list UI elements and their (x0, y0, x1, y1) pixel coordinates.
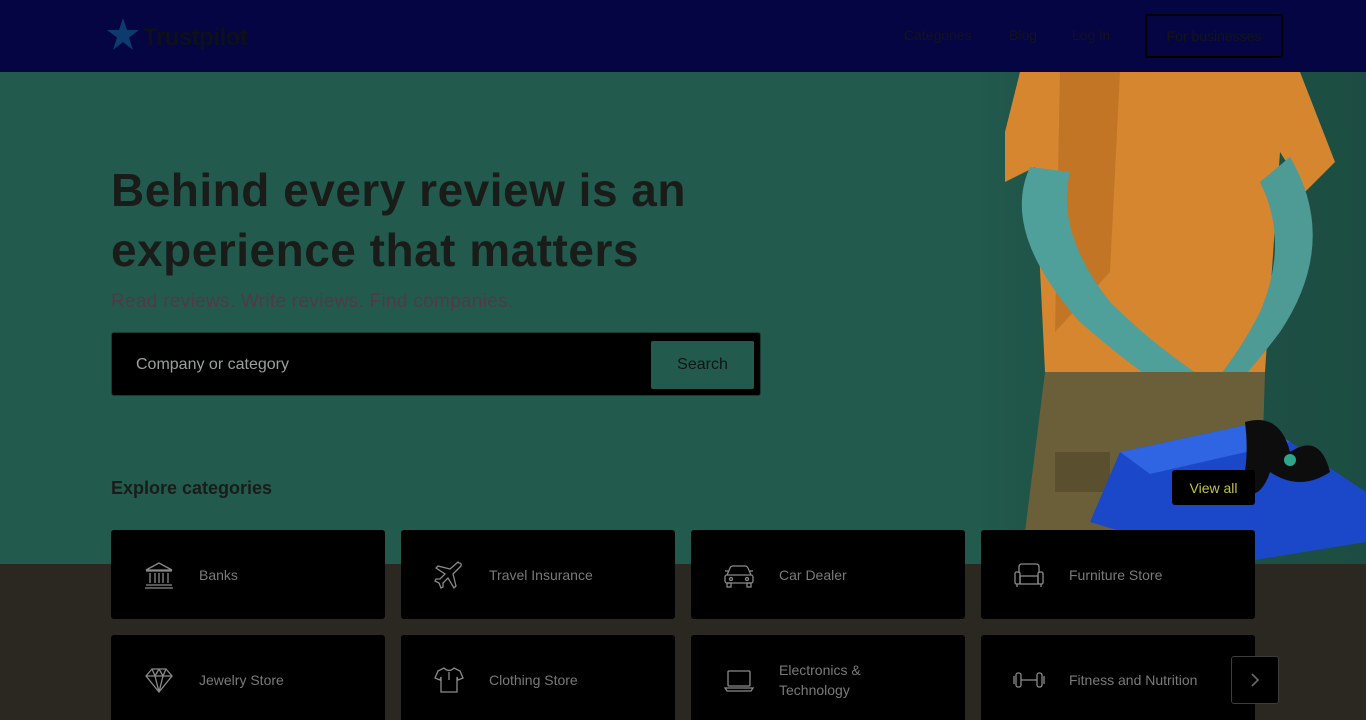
star-logo-icon (107, 18, 139, 50)
logo-wordmark: Trustpilot (143, 24, 248, 51)
category-card-jewelry-store[interactable]: Jewelry Store (111, 635, 385, 720)
search-input[interactable] (136, 353, 636, 377)
bank-icon (145, 562, 173, 589)
search-bar: Search (111, 332, 761, 396)
car-icon (724, 565, 754, 588)
categories-next-button[interactable] (1231, 656, 1279, 704)
dumbbell-icon (1013, 672, 1045, 688)
nav-login-link[interactable]: Log in (1072, 27, 1110, 43)
hero-headline: Behind every review is an experience tha… (111, 164, 686, 276)
shirt-icon (434, 667, 464, 693)
site-header: Trustpilot Categories Blog Log in For bu… (0, 0, 1366, 72)
hero-subheadline: Read reviews. Write reviews. Find compan… (111, 291, 514, 312)
category-label: Electronics & Technology (779, 661, 861, 698)
trustpilot-logo[interactable]: Trustpilot (106, 16, 248, 52)
explore-categories-heading: Explore categories (111, 478, 273, 498)
search-button[interactable]: Search (651, 341, 754, 389)
view-all-button[interactable]: View all (1172, 470, 1255, 505)
category-card-fitness-nutrition[interactable]: Fitness and Nutrition (981, 635, 1255, 720)
hero-section: Behind every review is an experience tha… (0, 72, 1366, 564)
diamond-icon (145, 668, 173, 694)
category-label: Jewelry Store (199, 671, 284, 688)
category-label: Clothing Store (489, 671, 578, 688)
nav-blog-link[interactable]: Blog (1009, 27, 1037, 43)
category-card-banks[interactable]: Banks (111, 530, 385, 619)
category-label: Car Dealer (779, 566, 847, 583)
hero-person-with-gift-image (960, 72, 1366, 564)
nav-categories-link[interactable]: Categories (904, 27, 972, 43)
category-card-car-dealer[interactable]: Car Dealer (691, 530, 965, 619)
category-label: Travel Insurance (489, 566, 593, 583)
category-label: Furniture Store (1069, 566, 1163, 583)
category-card-clothing-store[interactable]: Clothing Store (401, 635, 675, 720)
category-label: Fitness and Nutrition (1069, 671, 1198, 688)
category-card-travel-insurance[interactable]: Travel Insurance (401, 530, 675, 619)
airplane-icon (434, 561, 462, 590)
category-card-electronics-technology[interactable]: Electronics & Technology (691, 635, 965, 720)
laptop-icon (723, 670, 755, 692)
category-card-furniture-store[interactable]: Furniture Store (981, 530, 1255, 619)
armchair-icon (1014, 563, 1044, 587)
chevron-right-icon (1251, 673, 1260, 687)
for-businesses-button[interactable]: For businesses (1145, 14, 1283, 58)
category-label: Banks (199, 566, 238, 583)
